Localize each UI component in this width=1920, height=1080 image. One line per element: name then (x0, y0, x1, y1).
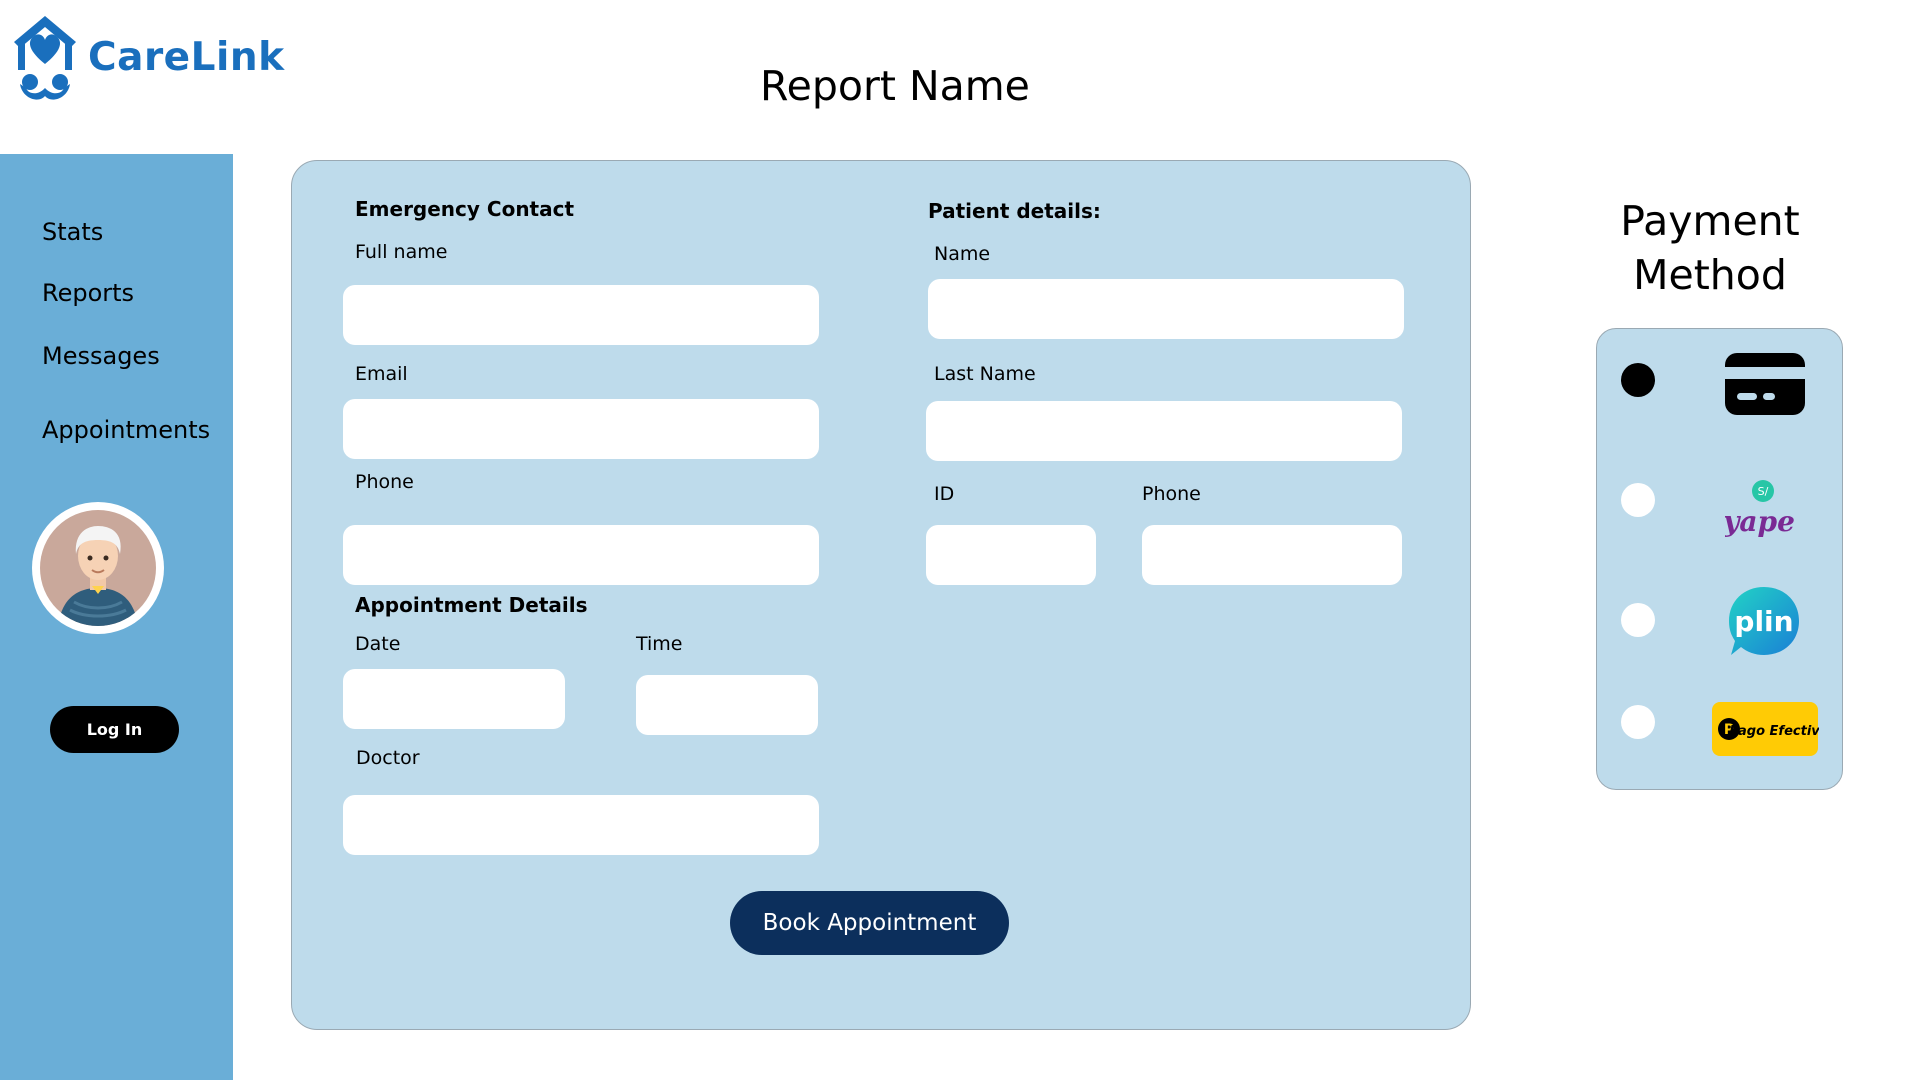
appointment-form-card: Emergency Contact Full name Email Phone … (291, 160, 1471, 1030)
yape-logo-icon[interactable]: S/ yape (1725, 479, 1795, 549)
plin-label: plin (1734, 605, 1793, 638)
doctor-input[interactable] (343, 795, 819, 855)
time-input[interactable] (636, 675, 818, 735)
sidebar-item-stats[interactable]: Stats (42, 218, 103, 246)
brand-name: CareLink (88, 34, 285, 80)
book-appointment-button[interactable]: Book Appointment (730, 891, 1009, 955)
patient-phone-input[interactable] (1142, 525, 1402, 585)
payment-radio-card[interactable] (1621, 363, 1655, 397)
emergency-phone-label: Phone (355, 471, 414, 493)
sidebar-item-messages[interactable]: Messages (42, 342, 160, 370)
date-input[interactable] (343, 669, 565, 729)
emergency-phone-input[interactable] (343, 525, 819, 585)
page-title: Report Name (760, 62, 1030, 110)
credit-card-icon[interactable] (1723, 351, 1807, 417)
full-name-label: Full name (355, 241, 448, 263)
yape-label: yape (1725, 505, 1795, 538)
payment-method-title: Payment Method (1620, 197, 1800, 299)
sidebar: Stats Reports Messages Appointments Log … (0, 154, 233, 1080)
payment-radio-pagoefectivo[interactable] (1621, 705, 1655, 739)
avatar-image (40, 510, 156, 626)
appointment-details-title: Appointment Details (355, 593, 588, 617)
emergency-full-name-input[interactable] (343, 285, 819, 345)
pagoefectivo-label: Pago Efectivo (1729, 724, 1819, 739)
emergency-email-input[interactable] (343, 399, 819, 459)
login-button[interactable]: Log In (50, 706, 179, 753)
last-name-label: Last Name (934, 363, 1036, 385)
sidebar-item-appointments[interactable]: Appointments (42, 416, 210, 444)
emergency-contact-title: Emergency Contact (355, 197, 575, 221)
sidebar-item-reports[interactable]: Reports (42, 279, 134, 307)
patient-id-input[interactable] (926, 525, 1096, 585)
doctor-label: Doctor (356, 747, 420, 769)
payment-radio-plin[interactable] (1621, 603, 1655, 637)
patient-name-label: Name (934, 243, 991, 265)
patient-details-title: Patient details: (928, 199, 1101, 223)
avatar[interactable] (32, 502, 164, 634)
email-label: Email (355, 363, 408, 385)
patient-last-name-input[interactable] (926, 401, 1402, 461)
payment-method-panel: S/ yape plin P Pago Efectivo (1596, 328, 1843, 790)
payment-radio-yape[interactable] (1621, 483, 1655, 517)
patient-name-input[interactable] (928, 279, 1404, 339)
house-heart-icon (14, 16, 76, 100)
pagoefectivo-logo-icon[interactable]: P Pago Efectivo (1711, 701, 1819, 757)
date-label: Date (355, 633, 401, 655)
brand-logo[interactable]: CareLink (10, 12, 285, 102)
patient-phone-label: Phone (1142, 483, 1201, 505)
plin-logo-icon[interactable]: plin (1727, 585, 1801, 659)
id-label: ID (934, 483, 955, 505)
time-label: Time (636, 633, 683, 655)
svg-text:S/: S/ (1758, 485, 1769, 498)
